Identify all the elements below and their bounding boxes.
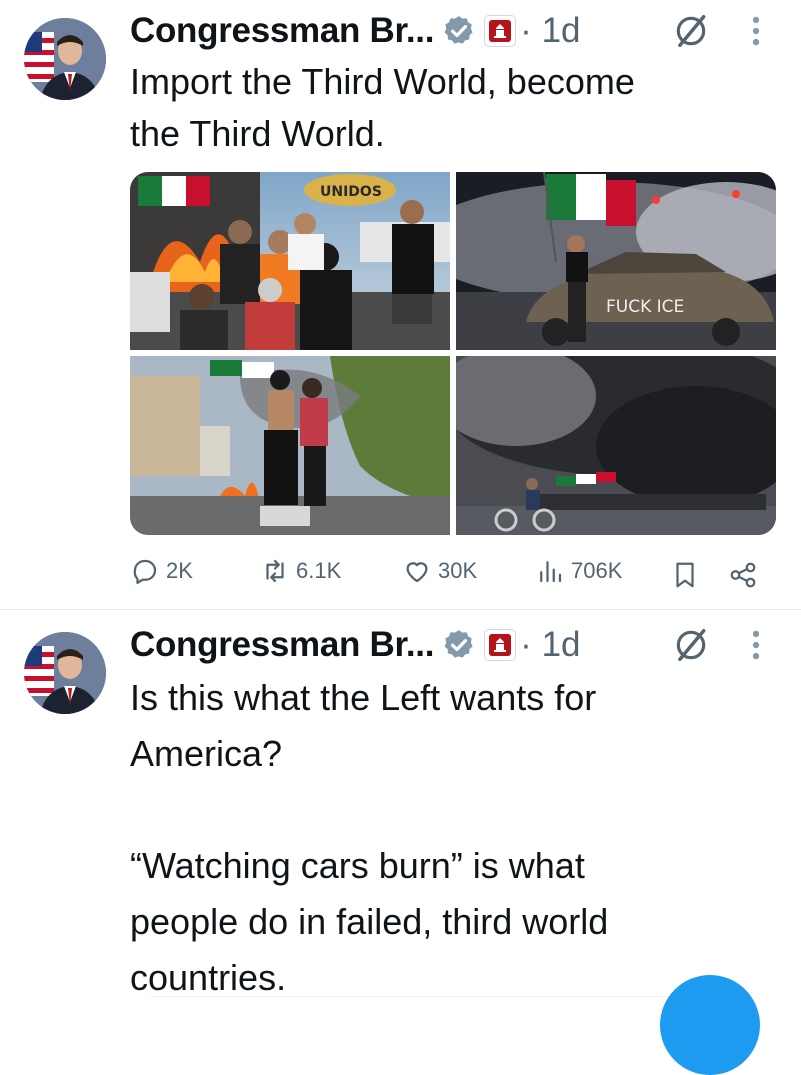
sign-text: UNIDOS [320,184,382,200]
grok-icon[interactable] [672,626,710,664]
reply-button[interactable]: 2K [130,556,193,586]
verified-badge-icon[interactable] [442,14,476,48]
author-name[interactable]: Congressman Br... [130,625,434,665]
share-icon[interactable] [728,560,758,590]
tweet-text: Is this what the Left wants for America?… [130,677,609,998]
avatar[interactable] [24,18,106,100]
photo-3[interactable] [130,356,450,535]
grok-icon[interactable] [672,12,710,50]
views-icon [540,561,562,583]
photo-1[interactable]: UNIDOS [130,172,450,350]
tweet-2[interactable]: Congressman Br... · 1d Is this what the … [0,610,801,1000]
like-icon [406,562,428,583]
action-bar: 2K 6.1K 30K 706K [130,556,770,596]
author-name[interactable]: Congressman Br... [130,11,434,51]
tweet-time[interactable]: · 1d [520,625,580,665]
congress-affiliation-icon[interactable] [484,629,517,661]
tweet-text: Import the Third World, become the Third… [130,61,635,154]
more-dots-icon[interactable] [746,626,766,664]
reply-icon [133,559,157,584]
bottom-divider [150,996,670,997]
bookmark-icon[interactable] [670,560,700,590]
like-count: 30K [438,558,478,583]
like-button[interactable]: 30K [402,556,477,586]
compose-button[interactable] [660,975,760,1075]
tweet-1[interactable]: Congressman Br... · 1d Import the Third … [0,0,801,609]
congress-affiliation-icon[interactable] [484,15,517,47]
views-button[interactable]: 706K [535,556,622,586]
tweet-header: Congressman Br... · 1d [130,6,581,56]
tweet-header: Congressman Br... · 1d [130,620,581,670]
photo-2[interactable]: FUCK ICE [456,172,776,350]
repost-icon [266,559,284,583]
reply-count: 2K [166,558,193,583]
verified-badge-icon[interactable] [442,628,476,662]
photo-4[interactable] [456,356,776,535]
repost-count: 6.1K [296,558,342,583]
graffiti-text: FUCK ICE [606,297,684,317]
media-grid[interactable]: UNIDOS FUCK ICE [130,172,776,535]
views-count: 706K [571,558,623,583]
tweet-time[interactable]: · 1d [520,11,580,51]
repost-button[interactable]: 6.1K [260,556,341,586]
avatar[interactable] [24,632,106,714]
more-dots-icon[interactable] [746,12,766,50]
